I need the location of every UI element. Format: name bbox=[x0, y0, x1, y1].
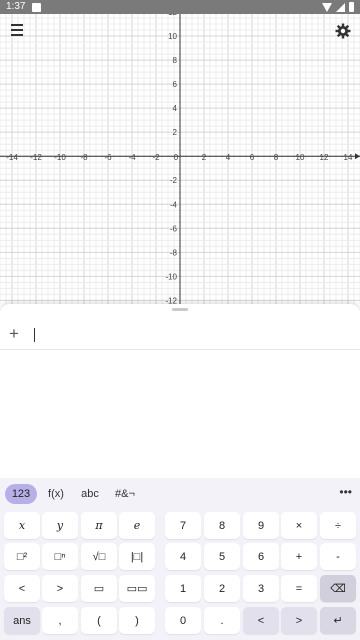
key-x[interactable]: x bbox=[4, 512, 40, 539]
key-mixed-fraction[interactable]: ▭▭ bbox=[119, 575, 155, 602]
x-tick-label: 2 bbox=[202, 153, 207, 162]
x-tick-label: 4 bbox=[226, 153, 231, 162]
key-pi[interactable]: π bbox=[81, 512, 117, 539]
text-caret bbox=[34, 328, 35, 342]
x-tick-label: -6 bbox=[104, 153, 112, 162]
key-1[interactable]: 1 bbox=[165, 575, 201, 602]
keyboard-tabs: 123 f(x) abc #&¬ ••• bbox=[0, 482, 360, 506]
y-tick-label: 10 bbox=[168, 32, 177, 41]
tab-functions[interactable]: f(x) bbox=[42, 484, 70, 504]
y-tick-label: 2 bbox=[173, 128, 178, 137]
enter-icon: ↵ bbox=[333, 615, 343, 627]
key-power[interactable]: □ⁿ bbox=[42, 543, 78, 570]
battery-icon bbox=[349, 2, 354, 12]
key-sqrt[interactable]: √□ bbox=[81, 543, 117, 570]
x-tick-label: 14 bbox=[344, 153, 353, 162]
key-divide[interactable]: ÷ bbox=[320, 512, 356, 539]
key-multiply[interactable]: × bbox=[281, 512, 317, 539]
key-less-than[interactable]: < bbox=[4, 575, 40, 602]
drag-handle[interactable] bbox=[172, 308, 188, 311]
key-equals[interactable]: = bbox=[281, 575, 317, 602]
geogebra-app: { "status_bar": { "time": "1:37" }, "gra… bbox=[0, 0, 360, 640]
key-greater-than[interactable]: > bbox=[42, 575, 78, 602]
math-keyboard: 123 f(x) abc #&¬ ••• x y π e □² □ⁿ √□ |□… bbox=[0, 478, 360, 640]
y-tick-label: 4 bbox=[173, 104, 178, 113]
key-e[interactable]: e bbox=[119, 512, 155, 539]
y-tick-label: -12 bbox=[165, 296, 177, 304]
tab-symbols[interactable]: #&¬ bbox=[110, 484, 140, 504]
menu-icon-line bbox=[11, 29, 23, 31]
x-tick-label: -4 bbox=[128, 153, 136, 162]
key-open-paren[interactable]: ( bbox=[81, 607, 117, 634]
menu-icon-line bbox=[11, 34, 23, 36]
key-comma[interactable]: , bbox=[42, 607, 78, 634]
add-item-button[interactable]: + bbox=[9, 325, 19, 343]
status-icons bbox=[322, 2, 354, 12]
cursor-right-key[interactable]: > bbox=[281, 607, 317, 634]
key-7[interactable]: 7 bbox=[165, 512, 201, 539]
enter-key[interactable]: ↵ bbox=[320, 607, 356, 634]
tab-abc[interactable]: abc bbox=[76, 484, 104, 504]
key-9[interactable]: 9 bbox=[243, 512, 279, 539]
key-4[interactable]: 4 bbox=[165, 543, 201, 570]
key-abs[interactable]: |□| bbox=[119, 543, 155, 570]
x-tick-label: 12 bbox=[320, 153, 329, 162]
x-tick-label: 10 bbox=[296, 153, 305, 162]
x-tick-label: 8 bbox=[274, 153, 279, 162]
y-tick-label: -6 bbox=[170, 224, 178, 233]
key-minus[interactable]: - bbox=[320, 543, 356, 570]
backspace-icon: ⌫ bbox=[330, 583, 346, 595]
x-tick-label: -2 bbox=[152, 153, 160, 162]
algebra-input[interactable] bbox=[34, 326, 334, 344]
key-y[interactable]: y bbox=[42, 512, 78, 539]
key-2[interactable]: 2 bbox=[204, 575, 240, 602]
key-decimal[interactable]: . bbox=[204, 607, 240, 634]
x-tick-label: -14 bbox=[6, 153, 18, 162]
y-tick-label: -10 bbox=[165, 272, 177, 281]
cellular-signal-icon bbox=[336, 2, 345, 12]
y-tick-label: 8 bbox=[173, 56, 178, 65]
arrow-right-icon: > bbox=[295, 614, 303, 627]
x-tick-label: -8 bbox=[80, 153, 88, 162]
key-6[interactable]: 6 bbox=[243, 543, 279, 570]
key-0[interactable]: 0 bbox=[165, 607, 201, 634]
y-tick-label: -8 bbox=[170, 248, 178, 257]
notification-icon bbox=[32, 3, 41, 12]
key-plus[interactable]: + bbox=[281, 543, 317, 570]
origin-label: 0 bbox=[174, 153, 179, 162]
key-close-paren[interactable]: ) bbox=[119, 607, 155, 634]
status-bar: 1:37 bbox=[0, 0, 360, 14]
coordinate-grid[interactable]: -14-12-10-8-6-4-20246810121412108642-2-4… bbox=[0, 0, 360, 304]
y-tick-label: 6 bbox=[173, 80, 178, 89]
more-options-button[interactable]: ••• bbox=[339, 484, 352, 500]
key-8[interactable]: 8 bbox=[204, 512, 240, 539]
menu-icon bbox=[11, 24, 23, 26]
key-squared[interactable]: □² bbox=[4, 543, 40, 570]
key-3[interactable]: 3 bbox=[243, 575, 279, 602]
key-ans[interactable]: ans bbox=[4, 607, 40, 634]
gear-icon bbox=[335, 23, 351, 39]
cursor-left-key[interactable]: < bbox=[243, 607, 279, 634]
y-tick-label: -4 bbox=[170, 200, 178, 209]
arrow-left-icon: < bbox=[257, 614, 265, 627]
menu-button[interactable] bbox=[8, 24, 26, 38]
algebra-view: + bbox=[0, 304, 360, 478]
graphics-view[interactable]: -14-12-10-8-6-4-20246810121412108642-2-4… bbox=[0, 0, 360, 304]
wifi-icon bbox=[322, 2, 332, 12]
x-axis-arrow bbox=[355, 153, 360, 160]
status-time: 1:37 bbox=[6, 1, 26, 12]
tab-123[interactable]: 123 bbox=[5, 484, 37, 504]
y-tick-label: -2 bbox=[170, 176, 178, 185]
x-tick-label: -12 bbox=[30, 153, 42, 162]
algebra-input-row[interactable]: + bbox=[0, 320, 360, 350]
x-tick-label: 6 bbox=[250, 153, 255, 162]
backspace-key[interactable]: ⌫ bbox=[320, 575, 356, 602]
key-fraction[interactable]: ▭ bbox=[81, 575, 117, 602]
x-tick-label: -10 bbox=[54, 153, 66, 162]
key-5[interactable]: 5 bbox=[204, 543, 240, 570]
settings-button[interactable] bbox=[334, 22, 352, 40]
